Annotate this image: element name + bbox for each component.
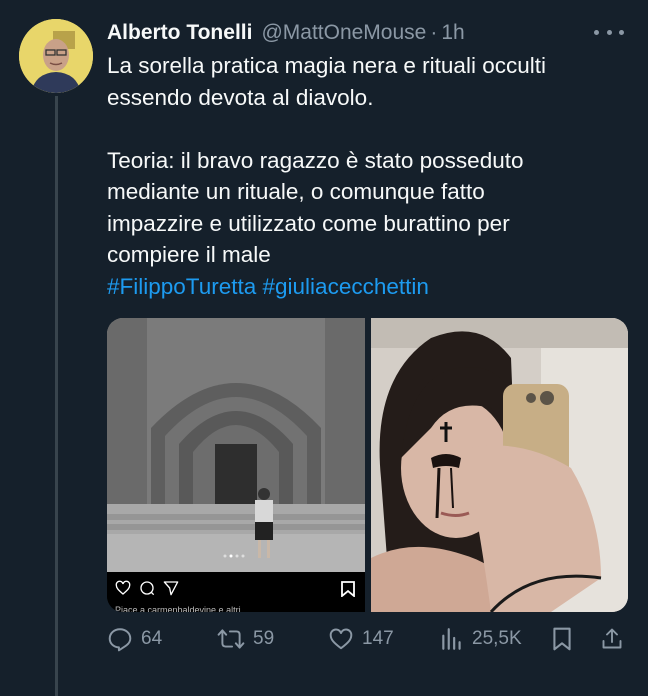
- tweet-line: mediante un rituale, o comunque fatto: [107, 179, 485, 204]
- heart-outline-icon: [115, 580, 131, 595]
- tweet-actions: 64 59 147 25,5K: [107, 622, 628, 656]
- tweet-line: La sorella pratica magia nera e rituali …: [107, 53, 546, 78]
- repost-button[interactable]: 59: [217, 622, 274, 656]
- views-chart-icon: [442, 628, 461, 650]
- separator: ·: [430, 21, 438, 44]
- repost-count: 59: [253, 628, 275, 649]
- comment-bubble-icon: [140, 581, 155, 596]
- reply-icon: [108, 628, 132, 652]
- repost-icon: [217, 629, 245, 649]
- share-icon: [602, 628, 622, 649]
- hashtags: #FilippoTuretta #giuliacecchettin: [107, 271, 627, 303]
- reply-count: 64: [141, 628, 163, 649]
- hashtag-link[interactable]: #giuliacecchettin: [263, 274, 429, 299]
- bookmark-outline-icon: [553, 627, 571, 651]
- views-button[interactable]: 25,5K: [440, 622, 522, 656]
- author-name[interactable]: Alberto Tonelli: [107, 21, 252, 45]
- instagram-caption: Piace a carmenbaldevine e altri: [115, 605, 241, 612]
- cathedral-photo: [107, 318, 365, 572]
- heart-icon: [329, 628, 353, 650]
- tweet-line: impazzire e utilizzato come burattino pe…: [107, 210, 510, 236]
- media-image-right[interactable]: [371, 318, 628, 612]
- bookmark-button[interactable]: [551, 622, 573, 656]
- selfie-photo: [371, 318, 628, 612]
- tweet-line: compiere il male: [107, 242, 271, 267]
- tweet-header: Alberto Tonelli @MattOneMouse · 1h: [107, 16, 628, 50]
- like-count: 147: [362, 628, 394, 649]
- media-grid: Piace a carmenbaldevine e altri: [107, 318, 628, 612]
- view-count: 25,5K: [472, 628, 522, 649]
- hashtag-link[interactable]: #FilippoTuretta: [107, 274, 256, 299]
- bookmark-icon: [341, 581, 355, 597]
- reply-button[interactable]: 64: [107, 622, 162, 656]
- avatar-photo: [19, 19, 93, 93]
- tweet-line: Teoria: il bravo ragazzo è stato possedu…: [107, 147, 524, 173]
- timestamp[interactable]: 1h: [441, 21, 464, 45]
- more-options-icon[interactable]: [594, 22, 624, 42]
- thread-line: [55, 96, 58, 696]
- author-handle[interactable]: @MattOneMouse: [261, 21, 426, 45]
- tweet-line: essendo devota al diavolo.: [107, 84, 374, 110]
- tweet-text: La sorella pratica magia nera e rituali …: [107, 50, 627, 302]
- media-image-left[interactable]: Piace a carmenbaldevine e altri: [107, 318, 365, 612]
- like-button[interactable]: 147: [328, 622, 394, 656]
- avatar[interactable]: [19, 19, 93, 93]
- share-button[interactable]: [600, 622, 624, 656]
- send-icon: [163, 581, 179, 596]
- instagram-action-bar: Piace a carmenbaldevine e altri: [107, 572, 365, 612]
